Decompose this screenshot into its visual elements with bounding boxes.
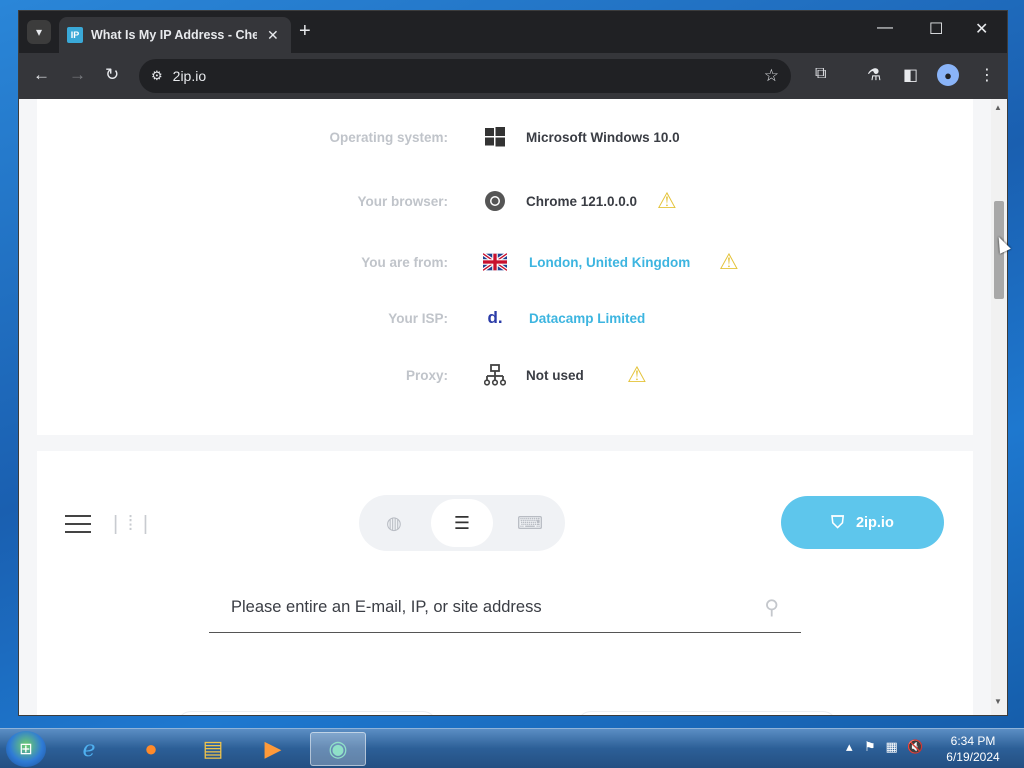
system-tray: ▴ ⚑ ▦ 🔇 xyxy=(846,739,924,755)
info-row-browser: Your browser: Chrome 121.0.0.0 ⚠ xyxy=(37,186,973,216)
browser-window: ▾ IP What Is My IP Address - Check ✕ + —… xyxy=(18,10,1008,716)
flag-icon[interactable]: ⚑ xyxy=(864,739,876,754)
warning-icon[interactable]: ⚠ xyxy=(719,249,739,275)
browser-taskbar-icon[interactable]: ◉ xyxy=(310,732,366,766)
row-label: Your browser: xyxy=(357,193,448,209)
scroll-up-icon[interactable]: ▲ xyxy=(994,103,1002,112)
windows-icon xyxy=(483,125,507,149)
bars-icon[interactable]: | ⁞ | xyxy=(113,513,150,536)
internet-explorer-icon[interactable]: ℯ xyxy=(66,732,112,766)
side-panel-icon[interactable]: ◧ xyxy=(903,65,918,85)
browser-toolbar: ← → ↻ ⚙ 2ip.io ☆ ⧉ ⚗ ◧ ● ⋮ xyxy=(19,53,1007,99)
address-bar[interactable]: ⚙ 2ip.io ☆ xyxy=(139,59,791,93)
tab-active[interactable]: IP What Is My IP Address - Check ✕ xyxy=(59,17,291,53)
hamburger-menu-icon[interactable] xyxy=(65,515,91,533)
card-preview-right xyxy=(577,711,837,715)
tab-strip: ▾ IP What Is My IP Address - Check ✕ + —… xyxy=(19,11,1007,53)
clock-time: 6:34 PM xyxy=(950,734,996,748)
clock[interactable]: 6:34 PM 6/19/2024 xyxy=(938,733,1008,765)
tools-card: | ⁞ | ◍ ☰ ⌨ ⛉ 2ip.io ⚲ xyxy=(37,451,973,715)
tray-expand-icon[interactable]: ▴ xyxy=(846,739,853,754)
warning-icon[interactable]: ⚠ xyxy=(657,188,677,214)
labs-flask-icon[interactable]: ⚗ xyxy=(867,65,881,85)
card-preview-left xyxy=(177,711,437,715)
media-player-icon[interactable]: ▶ xyxy=(250,732,296,766)
network-icon xyxy=(483,363,507,387)
start-button[interactable]: ⊞ xyxy=(6,731,46,767)
new-tab-button[interactable]: + xyxy=(299,21,311,41)
gamepad-icon[interactable]: ⌨ xyxy=(499,499,561,547)
row-value: Microsoft Windows 10.0 xyxy=(526,129,680,145)
url-text: 2ip.io xyxy=(172,68,207,84)
globe-icon[interactable]: ◍ xyxy=(363,499,425,547)
page-scrollbar[interactable]: ▲ ▼ xyxy=(991,99,1007,715)
row-label: Operating system: xyxy=(329,129,448,145)
forward-button[interactable]: → xyxy=(69,65,86,85)
uk-flag-icon xyxy=(483,250,507,274)
chrome-icon xyxy=(483,189,507,213)
row-label: You are from: xyxy=(361,254,448,270)
location-link[interactable]: London, United Kingdom xyxy=(529,255,690,270)
isp-link[interactable]: Datacamp Limited xyxy=(529,311,645,326)
info-row-isp: Your ISP: d. Datacamp Limited xyxy=(37,303,973,333)
tab-title: What Is My IP Address - Check xyxy=(91,28,257,42)
search-input[interactable] xyxy=(209,589,739,625)
close-window-button[interactable]: ✕ xyxy=(975,19,988,39)
reload-button[interactable]: ↻ xyxy=(105,65,119,85)
profile-avatar-icon[interactable]: ● xyxy=(937,64,959,86)
brand-2ip-button[interactable]: ⛉ 2ip.io xyxy=(781,496,944,549)
page-viewport: Operating system: Microsoft Windows 10.0… xyxy=(19,99,1007,715)
shield-icon: ⛉ xyxy=(831,512,844,532)
info-row-proxy: Proxy: Not used ⚠ xyxy=(37,360,973,390)
search-icon[interactable]: ⚲ xyxy=(764,595,779,620)
tab-search-button[interactable]: ▾ xyxy=(27,20,51,44)
list-lines-icon[interactable]: ☰ xyxy=(431,499,493,547)
favicon-icon: IP xyxy=(67,27,83,43)
volume-muted-icon[interactable]: 🔇 xyxy=(907,739,923,754)
warning-icon[interactable]: ⚠ xyxy=(627,362,647,388)
brand-button-label: 2ip.io xyxy=(855,514,894,531)
row-value: Not used xyxy=(526,367,584,383)
search-bar: ⚲ xyxy=(209,581,801,633)
info-card: Operating system: Microsoft Windows 10.0… xyxy=(37,99,973,435)
network-tray-icon[interactable]: ▦ xyxy=(885,739,897,754)
firefox-icon[interactable]: ● xyxy=(128,732,174,766)
row-label: Proxy: xyxy=(405,367,448,383)
menu-kebab-icon[interactable]: ⋮ xyxy=(979,65,995,85)
site-info-icon[interactable]: ⚙ xyxy=(151,68,163,84)
tab-close-icon[interactable]: ✕ xyxy=(267,27,279,44)
bookmark-star-icon[interactable]: ☆ xyxy=(764,66,779,86)
file-explorer-icon[interactable]: ▤ xyxy=(190,732,236,766)
row-value: Chrome 121.0.0.0 xyxy=(526,193,638,209)
clock-date: 6/19/2024 xyxy=(946,750,1000,764)
taskbar: ⊞ ℯ ● ▤ ▶ ◉ ▴ ⚑ ▦ 🔇 6:34 PM 6/19/2024 xyxy=(0,728,1024,768)
extensions-icon[interactable]: ⧉ xyxy=(815,65,826,83)
scroll-down-icon[interactable]: ▼ xyxy=(994,697,1002,706)
info-row-os: Operating system: Microsoft Windows 10.0 xyxy=(37,122,973,152)
minimize-button[interactable]: — xyxy=(877,19,893,37)
back-button[interactable]: ← xyxy=(33,65,50,85)
info-row-location: You are from: London, United Kingdom ⚠ xyxy=(37,247,973,277)
maximize-button[interactable]: ☐ xyxy=(929,19,943,39)
row-label: Your ISP: xyxy=(388,310,448,326)
datacamp-icon: d. xyxy=(487,308,503,327)
mode-switcher: ◍ ☰ ⌨ xyxy=(359,495,565,551)
